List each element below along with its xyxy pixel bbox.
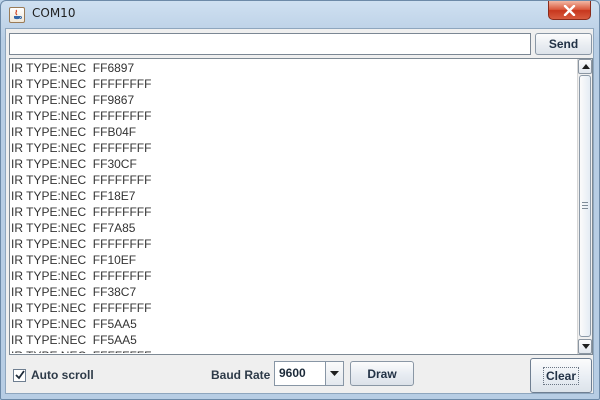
draw-button[interactable]: Draw <box>350 361 414 386</box>
log-line: IR TYPE:NEC FFFFFFFF <box>11 205 152 219</box>
client-area: Send IR TYPE:NEC FF6897 IR TYPE:NEC FFFFF… <box>5 28 594 394</box>
baud-rate-value: 9600 <box>279 366 306 380</box>
log-line: IR TYPE:NEC FF10EF <box>11 253 137 267</box>
log-line: IR TYPE:NEC FF18E7 <box>11 189 136 203</box>
scroll-down-button[interactable] <box>578 339 592 354</box>
scroll-thumb[interactable] <box>579 75 591 337</box>
autoscroll-label: Auto scroll <box>31 368 94 382</box>
log-line: IR TYPE:NEC FFFFFFFF <box>11 237 152 251</box>
scroll-up-button[interactable] <box>578 59 592 74</box>
send-input[interactable] <box>9 33 531 55</box>
log-line: IR TYPE:NEC FF38C7 <box>11 285 137 299</box>
chevron-down-icon <box>582 344 590 349</box>
log-line: IR TYPE:NEC FFFFFFFF <box>11 269 152 283</box>
clear-button[interactable]: Clear <box>530 358 592 393</box>
log-line: IR TYPE:NEC FF5AA5 <box>11 333 137 347</box>
clear-button-label: Clear <box>542 366 580 385</box>
log-line: IR TYPE:NEC FF6897 <box>11 61 135 75</box>
window-title: COM10 <box>32 6 76 20</box>
send-button[interactable]: Send <box>535 33 592 55</box>
autoscroll-checkbox[interactable] <box>13 368 26 382</box>
baud-rate-label: Baud Rate <box>211 368 271 382</box>
log-line: IR TYPE:NEC FFFFFFFF <box>11 173 152 187</box>
chevron-up-icon <box>582 64 590 69</box>
chevron-down-icon <box>330 371 339 376</box>
baud-rate-select[interactable]: 9600 <box>274 361 344 386</box>
serial-output[interactable]: IR TYPE:NEC FF6897 IR TYPE:NEC FFFFFFFF IR… <box>9 58 593 355</box>
vertical-scrollbar[interactable] <box>577 59 592 354</box>
log-line: IR TYPE:NEC FFFFFFFF <box>11 77 152 91</box>
log-line: IR TYPE:NEC FFFFFFFF <box>11 301 152 315</box>
log-line: IR TYPE:NEC FFFFFFFF <box>11 348 579 353</box>
serial-monitor-window: COM10 Send IR TYPE:NEC FF6897 IR TYPE:NEC… <box>0 0 600 400</box>
log-line: IR TYPE:NEC FFB04F <box>11 125 137 139</box>
bottom-bar: Auto scroll Baud Rate 9600 Draw Clear <box>6 358 593 393</box>
close-icon <box>563 5 576 16</box>
log-line: IR TYPE:NEC FF9867 <box>11 93 135 107</box>
log-line: IR TYPE:NEC FFFFFFFF <box>11 141 152 155</box>
autoscroll-option[interactable]: Auto scroll <box>13 368 94 382</box>
close-button[interactable] <box>548 1 591 20</box>
java-icon <box>9 7 25 23</box>
baud-rate-dropdown-button[interactable] <box>325 362 343 385</box>
log-line: IR TYPE:NEC FF5AA5 <box>11 317 137 331</box>
log-line: IR TYPE:NEC FFFFFFFF <box>11 109 152 123</box>
check-icon <box>15 369 25 379</box>
log-lines: IR TYPE:NEC FF6897 IR TYPE:NEC FFFFFFFF IR… <box>11 60 579 353</box>
log-line: IR TYPE:NEC FF7A85 <box>11 221 136 235</box>
log-line: IR TYPE:NEC FF30CF <box>11 157 137 171</box>
scroll-grip-icon <box>582 202 588 210</box>
title-bar[interactable]: COM10 <box>1 1 599 29</box>
